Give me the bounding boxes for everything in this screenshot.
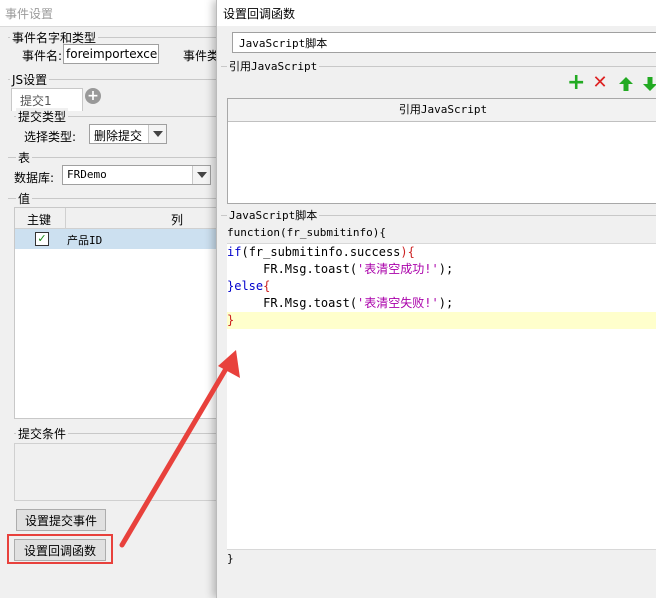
event-name-input[interactable]: foreimportexcel — [63, 44, 159, 64]
database-label: 数据库: — [14, 171, 55, 185]
column-header: 列 — [171, 213, 184, 227]
event-type-label: 事件类 — [183, 49, 220, 63]
script-type-combo[interactable]: JavaScript脚本 — [232, 32, 656, 53]
chevron-down-icon[interactable] — [148, 125, 166, 143]
event-name-label: 事件名: — [22, 49, 63, 63]
move-up-icon[interactable] — [618, 76, 634, 92]
ref-table-header: 引用JavaScript — [228, 99, 656, 122]
ref-group-label: 引用JavaScript — [227, 58, 320, 74]
group-rule — [8, 157, 218, 158]
value-group-label: 值 — [16, 190, 33, 207]
ref-js-table: 引用JavaScript — [227, 98, 656, 204]
delete-icon[interactable]: ✕ — [592, 74, 608, 92]
row-checkbox[interactable]: ✓ — [35, 232, 49, 246]
row-column-value: 产品ID — [67, 234, 103, 247]
value-table: 主键 列 ✓ 产品ID — [14, 207, 220, 419]
window-title: 事件设置 — [5, 7, 54, 21]
add-tab-icon[interactable]: + — [85, 88, 101, 104]
select-type-label: 选择类型: — [24, 130, 77, 144]
group-rule — [8, 198, 218, 199]
code-editor[interactable]: if(fr_submitinfo.success){ FR.Msg.toast(… — [227, 243, 656, 550]
closing-brace: } — [227, 552, 234, 565]
event-settings-titlebar: 事件设置 — [0, 0, 230, 27]
submit-condition-area[interactable] — [14, 443, 220, 501]
submit-condition-label: 提交条件 — [16, 425, 69, 442]
database-combo[interactable]: FRDemo — [62, 165, 211, 185]
callback-titlebar: 设置回调函数 — [217, 0, 656, 26]
table-row[interactable]: ✓ 产品ID — [15, 229, 219, 249]
primary-key-header: 主键 — [27, 213, 52, 227]
move-down-icon[interactable] — [642, 76, 656, 92]
chevron-down-icon[interactable] — [192, 166, 210, 184]
callback-dialog: 设置回调函数 JavaScript脚本 引用JavaScript + ✕ 引用J… — [216, 0, 656, 598]
js-settings-label: JS设置 — [10, 71, 50, 88]
code-line-5-current: } — [227, 312, 656, 329]
select-type-combo[interactable]: 删除提交 — [89, 124, 167, 144]
code-line-4: FR.Msg.toast('表清空失败!'); — [263, 296, 454, 310]
window-title: 设置回调函数 — [223, 7, 296, 21]
code-line-3: }else{ — [227, 279, 271, 293]
table-header: 主键 列 — [15, 208, 219, 229]
script-group-label: JavaScript脚本 — [227, 207, 320, 223]
add-icon[interactable]: + — [567, 72, 585, 94]
function-header: function(fr_submitinfo){ — [227, 226, 386, 239]
submit-type-group: 提交类型 — [16, 108, 69, 125]
set-callback-button[interactable]: 设置回调函数 — [14, 539, 106, 561]
table-group-label: 表 — [16, 149, 33, 166]
code-line-2: FR.Msg.toast('表清空成功!'); — [263, 262, 454, 276]
code-line-1: if(fr_submitinfo.success){ — [227, 245, 415, 259]
set-submit-event-button[interactable]: 设置提交事件 — [16, 509, 106, 531]
